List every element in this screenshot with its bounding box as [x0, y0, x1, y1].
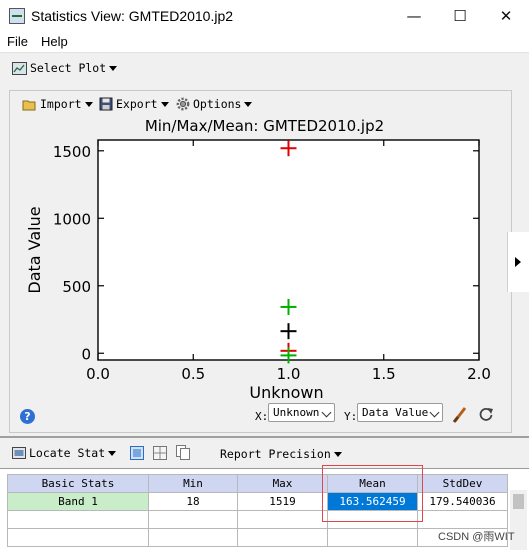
export-button[interactable]: Export	[99, 97, 169, 111]
select-plot-label: Select Plot	[30, 61, 107, 75]
menu-file[interactable]: File	[0, 34, 34, 49]
stats-table: Basic Stats Min Max Mean StdDev Band 1 1…	[7, 474, 508, 547]
chevron-right-icon	[515, 257, 521, 267]
select-plot-button[interactable]: Select Plot	[12, 61, 118, 75]
locate-icon	[12, 446, 26, 459]
y-tick-label: 0	[81, 345, 91, 363]
col-max[interactable]: Max	[237, 474, 328, 493]
x-axis-select-label: X:	[255, 410, 269, 423]
locate-stat-label: Locate Stat	[29, 446, 106, 460]
cell-max[interactable]: 1519	[237, 492, 328, 511]
x-tick-label: 1.0	[277, 365, 301, 383]
chevron-down-icon	[109, 65, 118, 71]
table-header-row: Basic Stats Min Max Mean StdDev	[7, 474, 508, 493]
y-axis-label: Data Value	[25, 206, 44, 293]
col-stddev[interactable]: StdDev	[417, 474, 508, 493]
maximize-button[interactable]: ☐	[437, 0, 483, 31]
scatter-chart: 0.0 0.5 1.0 1.5 2.0 0 500 1000 1500 Unknown Data V…	[25, 139, 491, 402]
import-label: Import	[40, 97, 82, 111]
empty-cell[interactable]	[148, 510, 238, 529]
cell-stddev[interactable]: 179.540036	[417, 492, 508, 511]
export-label: Export	[116, 97, 158, 111]
y-tick-label: 1500	[53, 143, 91, 161]
empty-cell[interactable]	[237, 528, 328, 547]
row-label-band-1[interactable]: Band 1	[7, 492, 149, 511]
folder-open-icon	[22, 100, 36, 110]
col-mean[interactable]: Mean	[327, 474, 418, 493]
x-tick-label: 0.5	[181, 365, 205, 383]
table-row: Band 1 18 1519 163.562459 179.540036	[7, 492, 508, 511]
empty-cell[interactable]	[7, 510, 149, 529]
cell-mean[interactable]: 163.562459	[327, 492, 418, 511]
refresh-icon[interactable]	[478, 406, 494, 422]
table-row-empty	[7, 510, 508, 529]
table-scrollbar-thumb[interactable]	[513, 494, 524, 509]
empty-cell[interactable]	[237, 510, 328, 529]
watermark: CSDN @雨WIT	[438, 531, 515, 543]
x-tick-label: 0.0	[86, 365, 110, 383]
window-title: Statistics View: GMTED2010.jp2	[31, 7, 234, 24]
help-icon[interactable]: ?	[20, 409, 35, 424]
locate-stat-button[interactable]: Locate Stat	[12, 446, 117, 460]
stats-toolbar: Locate Stat Report Precision	[0, 438, 529, 468]
plot-icon	[12, 61, 27, 75]
report-precision-button[interactable]: Report Precision	[220, 447, 342, 461]
cell-min[interactable]: 18	[148, 492, 238, 511]
options-label: Options	[193, 97, 242, 111]
empty-cell[interactable]	[327, 528, 418, 547]
floppy-disk-icon	[99, 97, 113, 111]
col-min[interactable]: Min	[148, 474, 238, 493]
single-view-icon[interactable]	[130, 446, 144, 460]
y-axis-select[interactable]: Data Value	[357, 403, 443, 422]
chevron-down-icon	[321, 407, 332, 418]
chevron-down-icon	[333, 451, 342, 457]
menu-bar: File Help	[0, 31, 529, 52]
x-axis-label: Unknown	[249, 383, 323, 402]
empty-cell[interactable]	[327, 510, 418, 529]
x-axis-select-value: Unknown	[273, 406, 320, 419]
table-row-empty	[7, 528, 508, 547]
y-axis-select-label: Y:	[344, 410, 358, 423]
options-button[interactable]: Options	[176, 97, 253, 111]
y-tick-label: 1000	[53, 210, 91, 228]
main-toolbar: Select Plot	[0, 52, 529, 86]
close-button[interactable]: ✕	[483, 0, 529, 31]
y-tick-label: 500	[62, 278, 91, 296]
chevron-down-icon	[429, 407, 440, 418]
window-controls: — ☐ ✕	[391, 0, 529, 31]
x-tick-label: 2.0	[467, 365, 491, 383]
empty-cell[interactable]	[7, 528, 149, 547]
empty-cell[interactable]	[417, 510, 508, 529]
report-precision-label: Report Precision	[220, 447, 331, 461]
empty-cell[interactable]	[148, 528, 238, 547]
x-tick-label: 1.5	[372, 365, 396, 383]
chevron-down-icon	[108, 450, 117, 456]
gear-icon	[176, 97, 190, 111]
menu-help[interactable]: Help	[34, 34, 74, 49]
import-button[interactable]: Import	[22, 97, 93, 111]
minimize-button[interactable]: —	[391, 0, 437, 31]
x-axis-select[interactable]: Unknown	[268, 403, 335, 422]
title-bar: Statistics View: GMTED2010.jp2 — ☐ ✕	[0, 0, 529, 31]
chevron-down-icon	[244, 101, 253, 107]
paintbrush-icon[interactable]	[452, 405, 468, 423]
chevron-down-icon	[84, 101, 93, 107]
statistics-window-icon	[9, 7, 25, 24]
col-basic-stats[interactable]: Basic Stats	[7, 474, 149, 493]
grid-view-icon[interactable]	[153, 446, 167, 460]
chevron-down-icon	[160, 101, 169, 107]
side-panel-toggle[interactable]	[507, 232, 529, 292]
y-axis-select-value: Data Value	[362, 406, 429, 419]
copy-icon[interactable]	[176, 445, 190, 460]
